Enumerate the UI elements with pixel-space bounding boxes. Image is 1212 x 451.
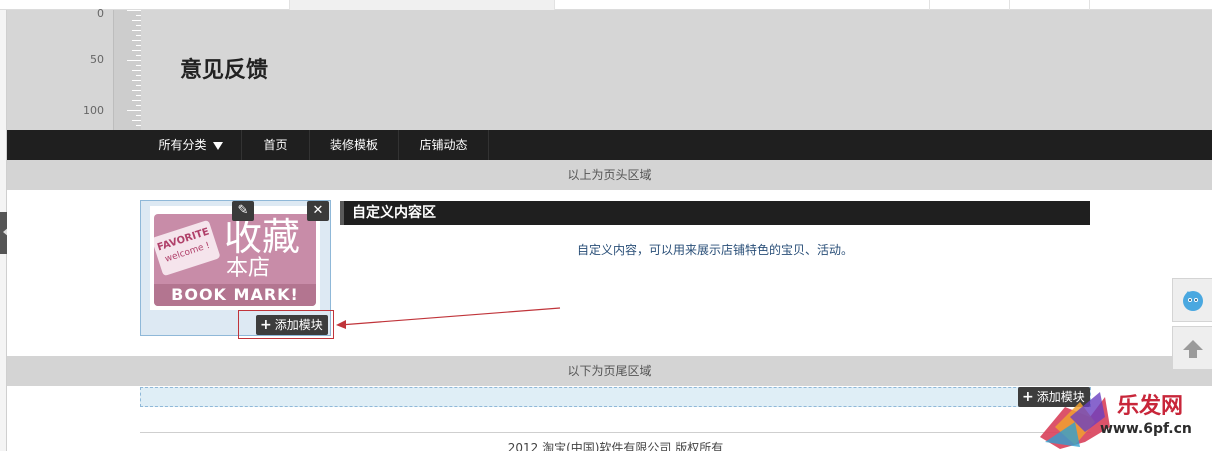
page-title: 意见反馈 [180,58,269,83]
annotation-arrow [336,307,561,329]
nav-item-home[interactable]: 首页 [242,130,310,160]
top-toolbar-strip [0,0,1212,10]
nav-item-store-news[interactable]: 店铺动态 [399,130,489,160]
nav-item-label: 所有分类 [158,138,207,152]
top-strip-segment [555,0,930,10]
ruler-tick [132,40,141,41]
custom-content-title: 自定义内容区 [352,205,436,221]
ruler-tick [136,15,141,16]
shop-nav-bar: 所有分类 首页 装修模板 店铺动态 [7,130,1212,160]
footer-boundary-bar: 以下为页尾区域 [7,356,1212,386]
edit-module-button[interactable]: ✎ [232,201,254,221]
favorite-tag: FAVORITE welcome ! [154,219,221,277]
store-text: 本店 [226,256,271,281]
ruler-tick [132,50,141,51]
custom-content-header[interactable]: 自定义内容区 [340,201,1090,225]
chat-bubble-icon [1183,291,1203,311]
ruler-tick [132,120,141,121]
top-strip-segment [1010,0,1090,10]
collect-text: 收藏 [224,215,301,259]
ruler-tick [136,45,141,46]
custom-content-body: 自定义内容，可以用来展示店铺特色的宝贝、活动。 [576,243,853,257]
top-strip-segment [290,0,555,10]
ruler-label: 50 [90,53,104,66]
back-to-top-button[interactable] [1172,326,1212,370]
nav-item-templates[interactable]: 装修模板 [310,130,399,160]
ruler-tick [132,20,141,21]
ruler-tick [136,35,141,36]
nav-item-all-categories[interactable]: 所有分类 [140,130,242,160]
chat-float-button[interactable] [1172,278,1212,322]
add-module-label: 添加模块 [274,318,323,332]
ruler-tick [136,115,141,116]
bookmark-banner-image[interactable]: FAVORITE welcome ! 收藏 本店 BOOK MARK! [150,206,320,310]
add-module-button[interactable]: + 添加模块 [256,315,328,335]
ruler-tick [132,90,141,91]
delete-module-button[interactable]: ✕ [307,201,329,221]
ruler-tick [127,60,141,61]
ruler-tick [136,95,141,96]
ruler-tick [132,100,141,101]
watermark-logo: 乐发网 [1040,392,1183,449]
ruler-tick [127,10,141,11]
ruler-tick [136,55,141,56]
ruler-tick [136,105,141,106]
pencil-icon: ✎ [237,203,249,218]
plus-icon: + [260,317,272,333]
nav-item-label: 首页 [263,138,288,152]
ruler-tick [132,30,141,31]
ruler-label: 0 [97,7,104,20]
ruler-tick [136,25,141,26]
header-boundary-bar: 以上为页头区域 [7,160,1212,190]
nav-item-label: 装修模板 [329,138,378,152]
ruler-tick [136,65,141,66]
bookmark-text: BOOK MARK! [154,284,316,306]
close-icon: ✕ [312,203,324,218]
footer-copyright: 2012 淘宝(中国)软件有限公司 版权所有 [507,441,724,451]
watermark-brand: 乐发网 [1117,393,1183,419]
footer-drop-zone[interactable] [140,387,1091,407]
caret-down-icon [212,141,223,150]
plus-icon: + [1022,389,1034,405]
ruler-tick [136,85,141,86]
ruler-tick [132,70,141,71]
bookmark-banner-body: FAVORITE welcome ! 收藏 本店 BOOK MARK! [154,214,316,306]
ruler-tick [136,75,141,76]
back-to-top-icon [1183,340,1203,358]
ruler-label: 100 [83,104,104,117]
top-strip-segment [930,0,1010,10]
nav-item-label: 店铺动态 [419,138,468,152]
top-strip-segment [0,0,290,10]
footer-divider [140,432,1091,433]
ruler-tick [132,80,141,81]
ruler-tick [127,110,141,111]
ruler-tick [136,125,141,126]
watermark-site: www.6pf.cn [1100,421,1192,437]
